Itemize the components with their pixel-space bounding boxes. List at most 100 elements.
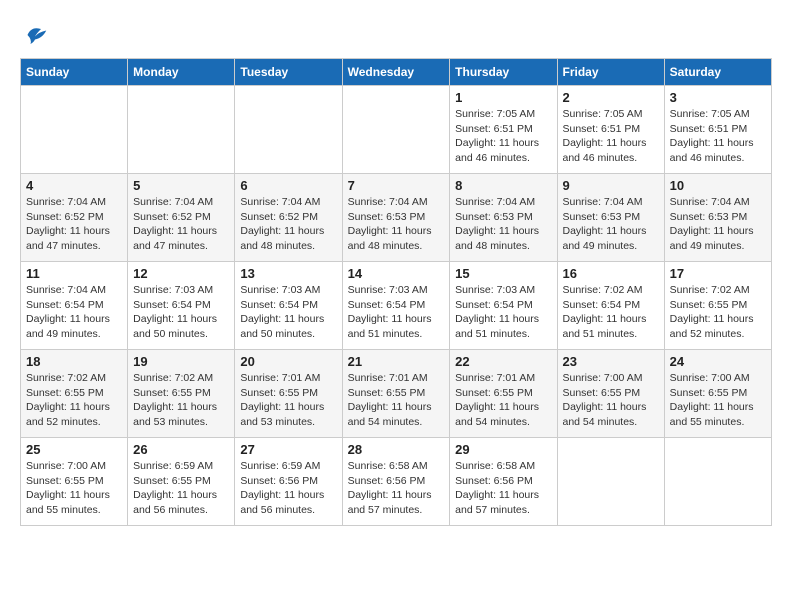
day-number: 3 [670,90,766,105]
logo-bird-icon [20,20,50,50]
calendar-header: SundayMondayTuesdayWednesdayThursdayFrid… [21,59,772,86]
day-cell: 28Sunrise: 6:58 AM Sunset: 6:56 PM Dayli… [342,438,450,526]
day-cell: 11Sunrise: 7:04 AM Sunset: 6:54 PM Dayli… [21,262,128,350]
day-cell: 3 Sunrise: 7:05 AM Sunset: 6:51 PM Daylig… [664,86,771,174]
day-cell: 18 Sunrise: 7:02 AM Sunset: 6:55 PM Dayli… [21,350,128,438]
day-number: 14 [348,266,445,281]
week-row-4: 25 Sunrise: 7:00 AM Sunset: 6:55 PM Dayli… [21,438,772,526]
day-info: Sunrise: 7:03 AM Sunset: 6:54 PM Dayligh… [133,283,229,342]
day-number: 15 [455,266,551,281]
header-cell-friday: Friday [557,59,664,86]
day-info: Sunrise: 6:59 AM Sunset: 6:56 PM Dayligh… [240,459,336,518]
day-info: Sunrise: 7:02 AM Sunset: 6:54 PM Dayligh… [563,283,659,342]
day-number: 6 [240,178,336,193]
day-number: 17 [670,266,766,281]
day-info: Sunrise: 7:04 AM Sunset: 6:53 PM Dayligh… [348,195,445,254]
day-info: Sunrise: 7:03 AM Sunset: 6:54 PM Dayligh… [455,283,551,342]
day-cell: 27Sunrise: 6:59 AM Sunset: 6:56 PM Dayli… [235,438,342,526]
day-number: 16 [563,266,659,281]
header-cell-tuesday: Tuesday [235,59,342,86]
day-cell [557,438,664,526]
day-info: Sunrise: 7:04 AM Sunset: 6:52 PM Dayligh… [240,195,336,254]
header-cell-saturday: Saturday [664,59,771,86]
day-info: Sunrise: 7:01 AM Sunset: 6:55 PM Dayligh… [348,371,445,430]
day-cell: 10 Sunrise: 7:04 AM Sunset: 6:53 PM Dayli… [664,174,771,262]
day-number: 29 [455,442,551,457]
logo [20,20,54,50]
day-cell: 8 Sunrise: 7:04 AM Sunset: 6:53 PM Daylig… [450,174,557,262]
day-info: Sunrise: 7:05 AM Sunset: 6:51 PM Dayligh… [563,107,659,166]
day-info: Sunrise: 6:58 AM Sunset: 6:56 PM Dayligh… [348,459,445,518]
calendar-body: 1 Sunrise: 7:05 AM Sunset: 6:51 PM Daylig… [21,86,772,526]
day-cell: 24Sunrise: 7:00 AM Sunset: 6:55 PM Dayli… [664,350,771,438]
day-cell: 19Sunrise: 7:02 AM Sunset: 6:55 PM Dayli… [128,350,235,438]
day-info: Sunrise: 7:02 AM Sunset: 6:55 PM Dayligh… [133,371,229,430]
day-info: Sunrise: 7:01 AM Sunset: 6:55 PM Dayligh… [240,371,336,430]
day-info: Sunrise: 7:04 AM Sunset: 6:53 PM Dayligh… [563,195,659,254]
day-cell [342,86,450,174]
day-cell: 1 Sunrise: 7:05 AM Sunset: 6:51 PM Daylig… [450,86,557,174]
day-info: Sunrise: 7:02 AM Sunset: 6:55 PM Dayligh… [26,371,122,430]
day-number: 13 [240,266,336,281]
day-cell [235,86,342,174]
day-info: Sunrise: 7:01 AM Sunset: 6:55 PM Dayligh… [455,371,551,430]
header-cell-thursday: Thursday [450,59,557,86]
day-cell [21,86,128,174]
day-cell: 12Sunrise: 7:03 AM Sunset: 6:54 PM Dayli… [128,262,235,350]
day-number: 21 [348,354,445,369]
day-cell: 9 Sunrise: 7:04 AM Sunset: 6:53 PM Daylig… [557,174,664,262]
header-row: SundayMondayTuesdayWednesdayThursdayFrid… [21,59,772,86]
day-info: Sunrise: 7:04 AM Sunset: 6:54 PM Dayligh… [26,283,122,342]
day-number: 25 [26,442,122,457]
day-number: 20 [240,354,336,369]
day-number: 7 [348,178,445,193]
header-cell-wednesday: Wednesday [342,59,450,86]
calendar-table: SundayMondayTuesdayWednesdayThursdayFrid… [20,58,772,526]
day-cell: 15 Sunrise: 7:03 AM Sunset: 6:54 PM Dayli… [450,262,557,350]
day-number: 9 [563,178,659,193]
day-info: Sunrise: 7:00 AM Sunset: 6:55 PM Dayligh… [26,459,122,518]
day-info: Sunrise: 7:02 AM Sunset: 6:55 PM Dayligh… [670,283,766,342]
day-info: Sunrise: 7:00 AM Sunset: 6:55 PM Dayligh… [563,371,659,430]
day-cell: 5 Sunrise: 7:04 AM Sunset: 6:52 PM Daylig… [128,174,235,262]
header-cell-sunday: Sunday [21,59,128,86]
day-cell: 6 Sunrise: 7:04 AM Sunset: 6:52 PM Daylig… [235,174,342,262]
day-info: Sunrise: 7:04 AM Sunset: 6:52 PM Dayligh… [26,195,122,254]
day-number: 23 [563,354,659,369]
day-info: Sunrise: 7:03 AM Sunset: 6:54 PM Dayligh… [348,283,445,342]
day-info: Sunrise: 7:05 AM Sunset: 6:51 PM Dayligh… [455,107,551,166]
day-cell [664,438,771,526]
header-cell-monday: Monday [128,59,235,86]
day-info: Sunrise: 7:03 AM Sunset: 6:54 PM Dayligh… [240,283,336,342]
day-cell: 2 Sunrise: 7:05 AM Sunset: 6:51 PM Daylig… [557,86,664,174]
day-info: Sunrise: 7:04 AM Sunset: 6:52 PM Dayligh… [133,195,229,254]
day-cell: 26Sunrise: 6:59 AM Sunset: 6:55 PM Dayli… [128,438,235,526]
day-info: Sunrise: 7:04 AM Sunset: 6:53 PM Dayligh… [670,195,766,254]
week-row-2: 11Sunrise: 7:04 AM Sunset: 6:54 PM Dayli… [21,262,772,350]
day-cell: 29 Sunrise: 6:58 AM Sunset: 6:56 PM Dayli… [450,438,557,526]
day-cell: 23 Sunrise: 7:00 AM Sunset: 6:55 PM Dayli… [557,350,664,438]
day-cell [128,86,235,174]
day-cell: 20 Sunrise: 7:01 AM Sunset: 6:55 PM Dayli… [235,350,342,438]
day-cell: 25 Sunrise: 7:00 AM Sunset: 6:55 PM Dayli… [21,438,128,526]
day-number: 5 [133,178,229,193]
day-number: 18 [26,354,122,369]
day-cell: 22 Sunrise: 7:01 AM Sunset: 6:55 PM Dayli… [450,350,557,438]
week-row-0: 1 Sunrise: 7:05 AM Sunset: 6:51 PM Daylig… [21,86,772,174]
day-info: Sunrise: 6:58 AM Sunset: 6:56 PM Dayligh… [455,459,551,518]
day-number: 24 [670,354,766,369]
page-header [20,20,772,50]
day-cell: 13 Sunrise: 7:03 AM Sunset: 6:54 PM Dayli… [235,262,342,350]
day-info: Sunrise: 7:05 AM Sunset: 6:51 PM Dayligh… [670,107,766,166]
day-cell: 7 Sunrise: 7:04 AM Sunset: 6:53 PM Daylig… [342,174,450,262]
day-number: 8 [455,178,551,193]
day-number: 4 [26,178,122,193]
day-cell: 14 Sunrise: 7:03 AM Sunset: 6:54 PM Dayli… [342,262,450,350]
day-number: 1 [455,90,551,105]
day-cell: 21 Sunrise: 7:01 AM Sunset: 6:55 PM Dayli… [342,350,450,438]
day-number: 22 [455,354,551,369]
day-cell: 16 Sunrise: 7:02 AM Sunset: 6:54 PM Dayli… [557,262,664,350]
day-number: 10 [670,178,766,193]
day-number: 2 [563,90,659,105]
day-info: Sunrise: 7:04 AM Sunset: 6:53 PM Dayligh… [455,195,551,254]
